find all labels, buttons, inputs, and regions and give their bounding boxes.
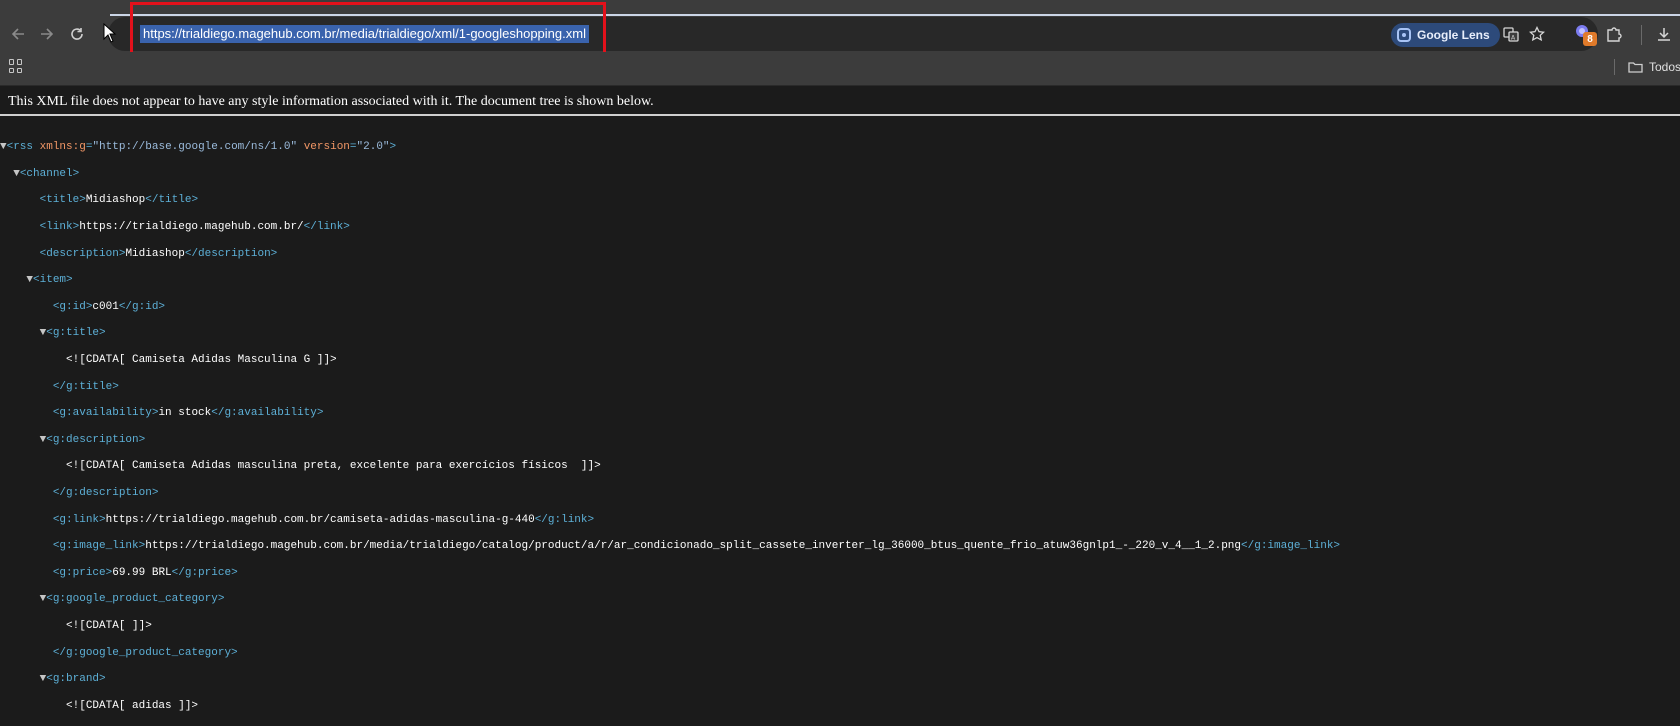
xml-tree: ▼<rss xmlns:g="http://base.google.com/ns…: [0, 128, 1340, 726]
cursor-icon: [103, 22, 117, 48]
collapse-triangle-icon[interactable]: ▼: [40, 434, 47, 446]
xml-line-image-link: <g:image_link>https://trialdiego.magehub…: [52, 540, 1341, 553]
google-lens-icon: [1397, 28, 1411, 42]
collapse-triangle-icon[interactable]: ▼: [13, 168, 20, 180]
bookmarks-folder-label: Todos: [1649, 60, 1680, 74]
apps-icon[interactable]: [9, 59, 23, 73]
folder-icon: [1628, 62, 1643, 73]
xml-line-cat-cdata: <![CDATA[ ]]>: [66, 619, 152, 632]
downloads-button[interactable]: [1652, 22, 1676, 46]
xml-line-gid: <g:id>c001</g:id>: [52, 300, 166, 313]
xml-line-gdesc[interactable]: ▼<g:description>: [0, 434, 1340, 447]
xml-line-gcat-close: </g:google_product_category>: [52, 646, 238, 659]
xml-line-gtitle[interactable]: ▼<g:title>: [0, 327, 1340, 340]
xml-line-availability: <g:availability>in stock</g:availability…: [52, 407, 324, 420]
google-lens-label: Google Lens: [1417, 28, 1490, 42]
collapse-triangle-icon[interactable]: ▼: [0, 141, 7, 153]
translate-button[interactable]: A: [1499, 22, 1523, 46]
xml-line-link: <link>https://trialdiego.magehub.com.br/…: [39, 221, 350, 234]
star-icon: [1529, 26, 1545, 42]
xml-line-title: <title>Midiashop</title>: [39, 194, 199, 207]
download-icon: [1658, 28, 1670, 41]
extension-badge: 8: [1583, 32, 1597, 46]
puzzle-icon: [1607, 27, 1622, 42]
bookmarks-bar: [0, 52, 1680, 86]
back-button[interactable]: [5, 21, 31, 47]
forward-button[interactable]: [34, 21, 60, 47]
xml-style-notice: This XML file does not appear to have an…: [8, 94, 654, 109]
back-icon: [11, 28, 24, 40]
xml-line-gcat[interactable]: ▼<g:google_product_category>: [0, 593, 1340, 606]
xml-line-rss[interactable]: ▼<rss xmlns:g="http://base.google.com/ns…: [0, 141, 1340, 154]
bookmarks-folder-todos[interactable]: Todos: [1628, 58, 1680, 76]
xml-line-item[interactable]: ▼<item>: [0, 274, 1340, 287]
xml-line-glink: <g:link>https://trialdiego.magehub.com.b…: [52, 513, 595, 526]
translate-icon: A: [1503, 27, 1519, 42]
xml-line-title-cdata: <![CDATA[ Camiseta Adidas Masculina G ]]…: [66, 354, 337, 367]
toolbar-divider: [1641, 25, 1642, 45]
xml-line-gtitle-close: </g:title>: [52, 380, 119, 393]
xml-line-gdesc-close: </g:description>: [52, 487, 159, 500]
notice-divider: [0, 114, 1680, 116]
xml-line-description: <description>Midiashop</description>: [39, 247, 278, 260]
forward-icon: [41, 28, 54, 40]
xml-line-channel[interactable]: ▼<channel>: [0, 168, 1340, 181]
xml-line-price: <g:price>69.99 BRL</g:price>: [52, 566, 238, 579]
xml-line-brand-cdata: <![CDATA[ adidas ]]>: [66, 699, 199, 712]
collapse-triangle-icon[interactable]: ▼: [40, 593, 47, 605]
collapse-triangle-icon[interactable]: ▼: [40, 673, 47, 685]
reload-button[interactable]: [64, 21, 90, 47]
xml-line-desc-cdata: <![CDATA[ Camiseta Adidas masculina pret…: [66, 460, 601, 473]
highlight-box: [130, 2, 606, 57]
bookmarks-divider: [1614, 59, 1615, 75]
extensions-menu-button[interactable]: [1602, 22, 1626, 46]
bookmark-star-button[interactable]: [1525, 22, 1549, 46]
reload-icon: [71, 28, 83, 40]
google-lens-button[interactable]: Google Lens: [1391, 23, 1500, 47]
xml-line-gbrand[interactable]: ▼<g:brand>: [0, 673, 1340, 686]
